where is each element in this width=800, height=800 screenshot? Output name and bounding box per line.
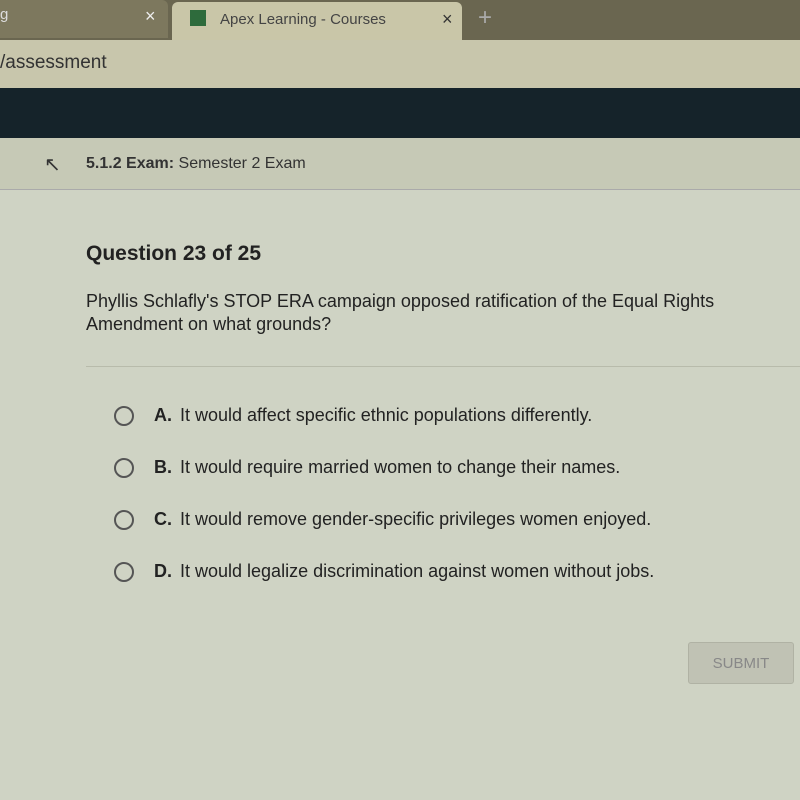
tab-label: Apex Learning - Courses — [220, 11, 386, 28]
divider — [86, 366, 800, 367]
option-letter: C. — [154, 509, 172, 529]
radio-icon[interactable] — [114, 457, 134, 478]
activity-title: Semester 2 Exam — [178, 155, 306, 172]
breadcrumb: ↖ 5.1.2 Exam: Semester 2 Exam — [0, 138, 800, 190]
new-tab-button[interactable]: + — [478, 4, 492, 32]
option-text: It would require married women to change… — [180, 457, 621, 477]
option-letter: A. — [154, 405, 172, 425]
address-bar[interactable]: /assessment — [0, 40, 800, 88]
submit-button[interactable]: SUBMIT — [688, 642, 794, 684]
close-tab-icon[interactable]: × — [442, 9, 453, 30]
tab-previous[interactable]: g × — [0, 0, 168, 38]
apex-favicon-icon — [190, 10, 206, 26]
activity-number: 5.1.2 — [86, 155, 122, 172]
tab-bar: g × Apex Learning - Courses × + — [0, 0, 800, 40]
back-arrow-icon[interactable]: ↖ — [44, 152, 61, 177]
tab-apex-learning[interactable]: Apex Learning - Courses × — [172, 2, 462, 40]
radio-icon[interactable] — [114, 405, 134, 426]
option-text: It would remove gender-specific privileg… — [180, 509, 652, 529]
answer-option-b[interactable]: B. It would require married women to chan… — [114, 457, 620, 478]
option-text: It would legalize discrimination against… — [180, 561, 655, 581]
close-tab-icon[interactable]: × — [145, 6, 156, 27]
site-nav-bar — [0, 88, 800, 138]
answer-option-a[interactable]: A. It would affect specific ethnic popula… — [114, 405, 592, 426]
question-header: Question 23 of 25 — [86, 242, 262, 265]
option-letter: D. — [154, 561, 172, 581]
radio-icon[interactable] — [114, 561, 134, 582]
answer-option-c[interactable]: C. It would remove gender-specific privil… — [114, 509, 651, 530]
activity-type: Exam: — [126, 155, 175, 172]
radio-icon[interactable] — [114, 509, 134, 530]
answer-option-d[interactable]: D. It would legalize discrimination again… — [114, 561, 654, 582]
address-text: /assessment — [0, 52, 107, 73]
option-text: It would affect specific ethnic populati… — [180, 405, 593, 425]
tab-label: g — [0, 6, 9, 23]
question-text: Phyllis Schlafly's STOP ERA campaign opp… — [86, 291, 715, 334]
option-letter: B. — [154, 457, 172, 477]
